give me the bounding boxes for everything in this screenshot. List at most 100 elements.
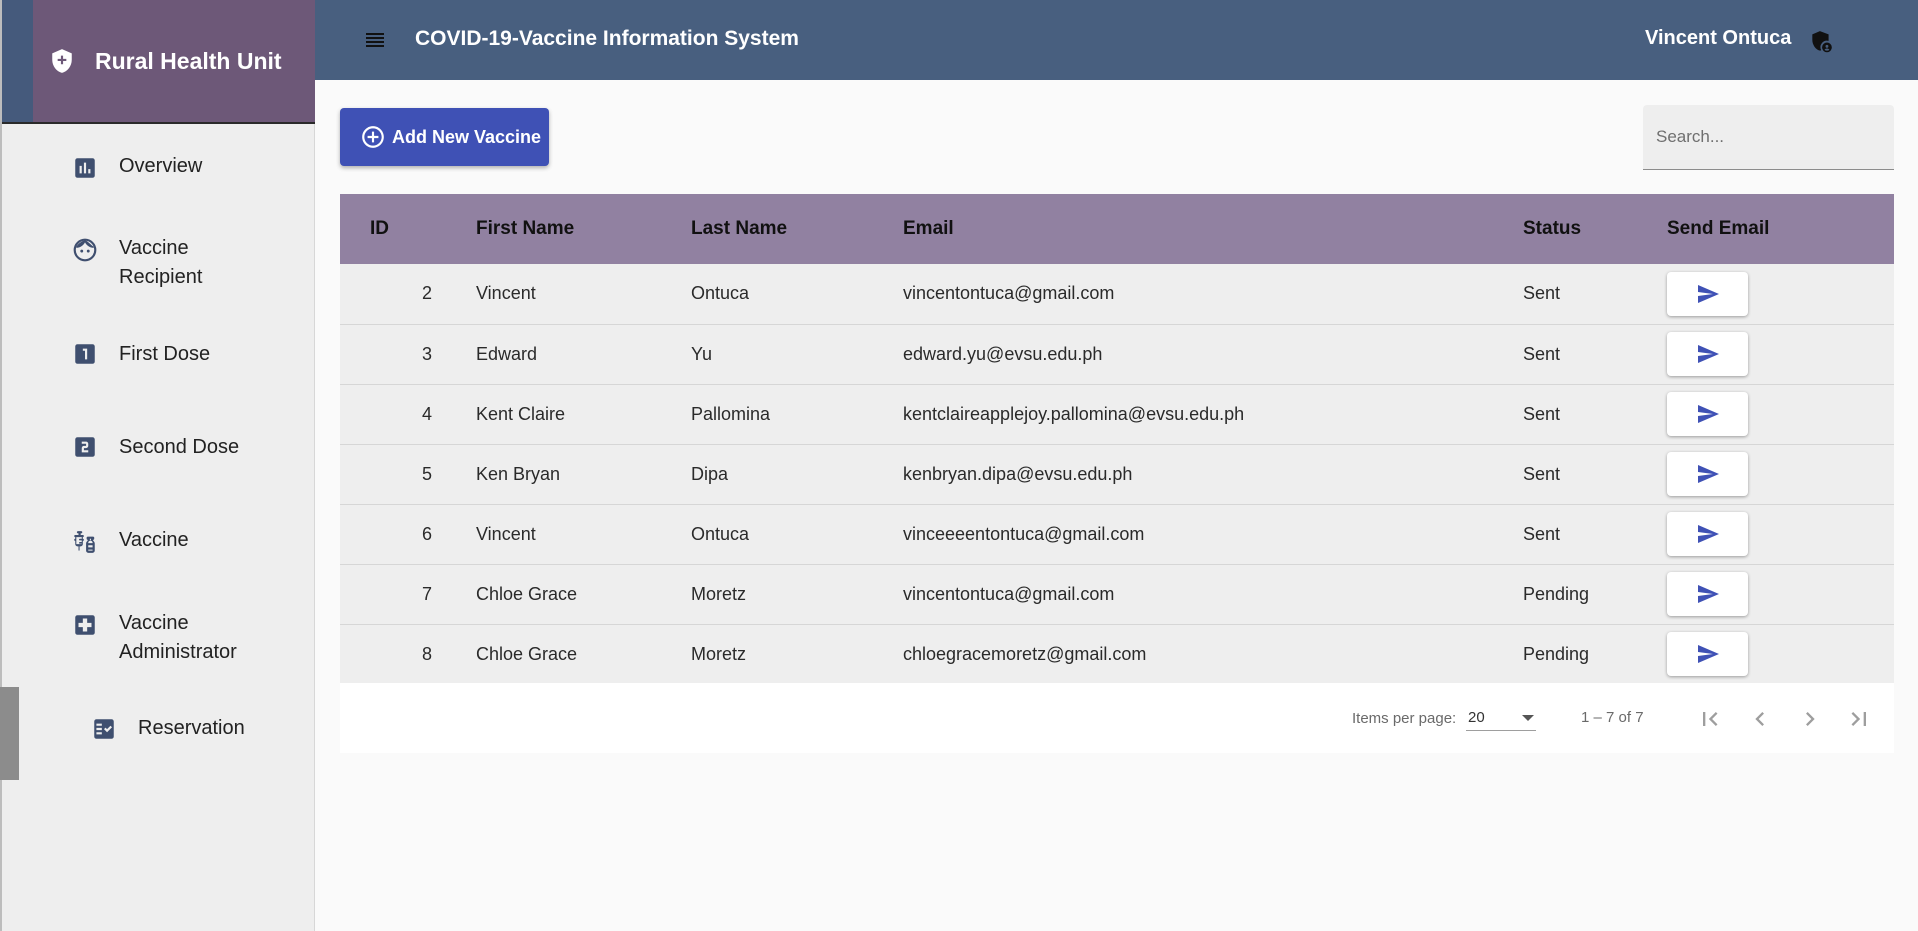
send-icon — [1697, 284, 1719, 303]
cell-email: kenbryan.dipa@evsu.edu.ph — [903, 463, 1133, 484]
table-row: 4 Kent Claire Pallomina kentclaireapplej… — [340, 384, 1894, 444]
cell-email: vincentontuca@gmail.com — [903, 583, 1115, 604]
sidebar-item-label: Second Dose — [119, 436, 240, 458]
send-icon — [1697, 645, 1719, 663]
send-icon — [1697, 525, 1719, 543]
cell-id: 2 — [421, 283, 432, 304]
cell-id: 7 — [421, 583, 432, 604]
cell-email: vincentontuca@gmail.com — [903, 283, 1115, 304]
page-size-value: 20 — [1468, 709, 1485, 726]
send-email-button[interactable] — [1667, 452, 1748, 496]
checklist-icon — [94, 719, 114, 739]
recipients-table: ID First Name Last Name Email Status Sen… — [340, 194, 1894, 685]
search-field[interactable] — [1643, 105, 1894, 170]
cell-last-name: Pallomina — [691, 403, 771, 424]
next-page-icon[interactable] — [1796, 705, 1824, 733]
column-header-first-name[interactable]: First Name — [476, 194, 691, 264]
cell-email: chloegracemoretz@gmail.com — [903, 643, 1147, 664]
sidebar-item-label: Overview — [119, 155, 203, 177]
cell-id: 5 — [421, 463, 432, 484]
menu-icon[interactable] — [363, 28, 387, 52]
add-new-vaccine-button[interactable]: Add New Vaccine — [340, 108, 549, 166]
cell-first-name: Vincent — [476, 283, 536, 304]
table-row: 6 Vincent Ontuca vinceeeentontuca@gmail.… — [340, 504, 1894, 564]
send-email-button[interactable] — [1667, 392, 1748, 436]
cell-status: Pending — [1523, 583, 1590, 604]
search-input[interactable] — [1643, 105, 1894, 169]
looks-one-icon — [75, 344, 95, 364]
sidebar-item-overview[interactable]: Overview — [0, 150, 315, 210]
cell-first-name: Edward — [476, 343, 538, 364]
cell-id: 4 — [421, 403, 432, 424]
table-row: 7 Chloe Grace Moretz vincentontuca@gmail… — [340, 564, 1894, 624]
sidebar-item-vaccine-administrator[interactable]: Vaccine Administrator — [0, 609, 315, 673]
sidebar-item-reservation[interactable]: Reservation — [0, 714, 315, 744]
sidebar-scrollbar[interactable] — [0, 687, 19, 780]
face-icon — [73, 238, 97, 262]
previous-page-icon[interactable] — [1746, 705, 1774, 733]
sidebar-item-vaccine[interactable]: Vaccine — [0, 526, 315, 556]
sidebar-item-label: Reservation — [138, 717, 245, 739]
send-icon — [1697, 465, 1719, 483]
table-row: 2 Vincent Ontuca vincentontuca@gmail.com… — [340, 264, 1894, 324]
send-icon — [1697, 345, 1719, 363]
page-size-select[interactable]: 20 — [1466, 707, 1536, 731]
cell-id: 8 — [421, 643, 432, 664]
column-header-email[interactable]: Email — [903, 194, 1523, 264]
top-bar: COVID-19-Vaccine Information System Vinc… — [315, 0, 1918, 80]
paginator: Items per page: 20 1 – 7 of 7 — [340, 683, 1894, 753]
column-header-send-email: Send Email — [1667, 218, 1770, 239]
brand-title: Rural Health Unit — [95, 47, 282, 74]
column-header-id[interactable]: ID — [340, 194, 476, 264]
cell-id: 3 — [421, 343, 432, 364]
send-email-button[interactable] — [1667, 632, 1748, 676]
cell-first-name: Chloe Grace — [476, 583, 578, 604]
cell-first-name: Ken Bryan — [476, 463, 561, 484]
cell-email: kentclaireapplejoy.pallomina@evsu.edu.ph — [903, 403, 1245, 424]
cell-status: Sent — [1523, 403, 1561, 424]
cell-first-name: Chloe Grace — [476, 643, 578, 664]
cell-last-name: Yu — [691, 343, 713, 364]
column-header-status[interactable]: Status — [1523, 194, 1667, 264]
send-email-button[interactable] — [1667, 572, 1748, 616]
sidebar-item-label: Vaccine — [119, 529, 189, 551]
sidebar-item-label: First Dose — [119, 343, 211, 365]
user-name[interactable]: Vincent Ontuca — [1645, 27, 1791, 50]
admin-shield-icon[interactable] — [1808, 29, 1834, 55]
cell-id: 6 — [421, 523, 432, 544]
send-icon — [1697, 585, 1719, 603]
cell-email: edward.yu@evsu.edu.ph — [903, 343, 1103, 364]
cell-status: Sent — [1523, 343, 1561, 364]
table-row: 3 Edward Yu edward.yu@evsu.edu.ph Sent — [340, 324, 1894, 384]
column-header-last-name[interactable]: Last Name — [691, 194, 903, 264]
table-row: 5 Ken Bryan Dipa kenbryan.dipa@evsu.edu.… — [340, 444, 1894, 504]
sidebar-item-vaccine-recipient[interactable]: Vaccine Recipient — [0, 234, 315, 298]
vaccines-icon — [74, 531, 95, 553]
cell-last-name: Moretz — [691, 583, 747, 604]
add-new-vaccine-label: Add New Vaccine — [392, 126, 542, 147]
send-email-button[interactable] — [1667, 271, 1748, 316]
send-email-button[interactable] — [1667, 332, 1748, 376]
cell-first-name: Kent Claire — [476, 403, 566, 424]
app-title: COVID-19-Vaccine Information System — [415, 27, 799, 50]
cell-status: Sent — [1523, 283, 1561, 304]
page-range-label: 1 – 7 of 7 — [1581, 709, 1644, 726]
table-header-row: ID First Name Last Name Email Status Sen… — [340, 194, 1894, 264]
looks-two-icon — [75, 437, 95, 457]
cell-email: vinceeeentontuca@gmail.com — [903, 523, 1145, 544]
sidebar-item-second-dose[interactable]: Second Dose — [0, 433, 315, 463]
cell-status: Sent — [1523, 523, 1561, 544]
brand: Rural Health Unit — [0, 0, 315, 124]
send-icon — [1697, 405, 1719, 423]
sidebar-item-label: Vaccine Administrator — [119, 612, 237, 663]
cell-status: Sent — [1523, 463, 1561, 484]
last-page-icon[interactable] — [1845, 705, 1873, 733]
cell-last-name: Moretz — [691, 643, 747, 664]
sidebar: Rural Health Unit Overview Vaccine Recip… — [0, 0, 315, 931]
send-email-button[interactable] — [1667, 512, 1748, 556]
medical-cross-icon — [75, 615, 95, 635]
first-page-icon[interactable] — [1696, 705, 1724, 733]
sidebar-item-label: Vaccine Recipient — [119, 237, 203, 288]
items-per-page-label: Items per page: — [1352, 710, 1457, 727]
sidebar-item-first-dose[interactable]: First Dose — [0, 340, 315, 370]
